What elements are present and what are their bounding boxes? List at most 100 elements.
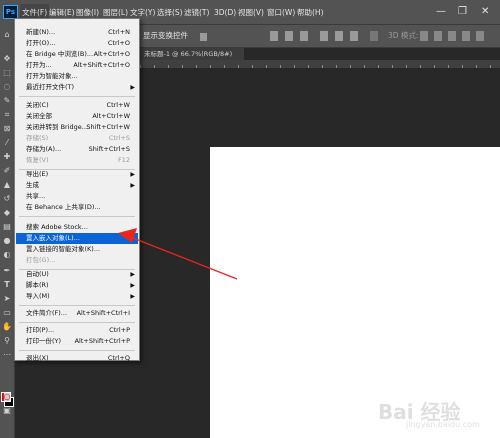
align-left-icon[interactable] bbox=[200, 33, 207, 41]
menu-item-shortcut: Ctrl+W bbox=[106, 101, 130, 109]
menu-window[interactable]: 窗口(W) bbox=[265, 4, 297, 21]
align-left-edge-icon[interactable] bbox=[320, 31, 328, 41]
move-icon[interactable]: ✥ bbox=[2, 54, 12, 64]
3d-scale-icon[interactable] bbox=[476, 31, 484, 41]
file-menu-item[interactable]: 存储为(A)... Shift+Ctrl+S bbox=[16, 144, 138, 155]
menu-item-label: 存储为(A)... bbox=[26, 145, 62, 153]
file-menu-item[interactable]: 在 Bridge 中浏览(B)... Alt+Ctrl+O bbox=[16, 49, 138, 60]
menu-separator bbox=[19, 216, 135, 217]
align-right-icon[interactable] bbox=[350, 31, 358, 41]
file-menu-item[interactable]: 置入链接的智能对象(K)... bbox=[16, 244, 138, 255]
menu-item-label: 打印(P)... bbox=[26, 326, 55, 334]
menu-item-label: 置入嵌入对象(L)... bbox=[26, 234, 80, 242]
baidu-watermark-url: jingyan.baidu.com bbox=[406, 420, 480, 429]
file-menu-item[interactable]: 脚本(R) ▶ bbox=[16, 280, 138, 291]
file-menu-item[interactable]: 关闭并转到 Bridge... Shift+Ctrl+W bbox=[16, 122, 138, 133]
frame-icon[interactable]: ⊠ bbox=[2, 124, 12, 134]
marquee-icon[interactable]: ⬚ bbox=[2, 68, 12, 78]
home-icon[interactable]: ⌂ bbox=[2, 30, 12, 40]
menu-3d[interactable]: 3D(D) bbox=[212, 4, 238, 21]
3d-slide-icon[interactable] bbox=[462, 31, 470, 41]
file-menu-item[interactable]: 退出(X) Ctrl+Q bbox=[16, 353, 138, 364]
menu-item-label: 在 Behance 上共享(D)... bbox=[26, 203, 101, 211]
3d-roll-icon[interactable] bbox=[434, 31, 442, 41]
menu-item-label: 新建(N)... bbox=[26, 28, 56, 36]
menu-select[interactable]: 选择(S) bbox=[155, 4, 185, 21]
file-menu-item: 存储(S) Ctrl+S bbox=[16, 133, 138, 144]
menu-item-shortcut: Shift+Ctrl+W bbox=[86, 123, 130, 131]
file-menu-item[interactable]: 共享... bbox=[16, 191, 138, 202]
shape-icon[interactable]: ▭ bbox=[2, 308, 12, 318]
menu-item-label: 自动(U) bbox=[26, 270, 49, 278]
stamp-icon[interactable]: ▲ bbox=[2, 180, 12, 190]
hand-icon[interactable]: ✋ bbox=[2, 322, 12, 332]
maximize-button[interactable]: ❐ bbox=[458, 4, 467, 20]
eyedropper-icon[interactable]: ⁄ bbox=[2, 138, 12, 148]
submenu-arrow-icon: ▶ bbox=[130, 282, 135, 289]
file-menu-item[interactable]: 在 Behance 上共享(D)... bbox=[16, 202, 138, 213]
brush-icon[interactable]: ✐ bbox=[2, 166, 12, 176]
healing-icon[interactable]: ✚ bbox=[2, 152, 12, 162]
submenu-arrow-icon: ▶ bbox=[130, 182, 135, 189]
document-tab[interactable]: 未标题-1 @ 66.7%(RGB/8#) bbox=[140, 48, 244, 60]
document-canvas[interactable] bbox=[210, 147, 500, 438]
file-menu-item[interactable]: 打开为智能对象... bbox=[16, 71, 138, 82]
file-menu-item[interactable]: 最近打开文件(T) ▶ bbox=[16, 82, 138, 93]
file-menu-item[interactable]: 打开(O)... Ctrl+O bbox=[16, 38, 138, 49]
align-top-icon[interactable] bbox=[270, 31, 278, 41]
dodge-icon[interactable]: ◐ bbox=[2, 250, 12, 260]
show-transform-controls-label[interactable]: 显示变换控件 bbox=[143, 28, 188, 44]
file-menu-item[interactable]: 搜索 Adobe Stock... bbox=[16, 222, 138, 233]
align-center-icon[interactable] bbox=[335, 31, 343, 41]
screen-mode-icon[interactable]: ▣ bbox=[2, 406, 12, 416]
menu-help[interactable]: 帮助(H) bbox=[295, 4, 326, 21]
close-button[interactable]: ✕ bbox=[481, 4, 489, 20]
history-brush-icon[interactable]: ↺ bbox=[2, 194, 12, 204]
file-menu-item[interactable]: 导入(M) ▶ bbox=[16, 291, 138, 302]
file-menu-item[interactable]: 打开为... Alt+Shift+Ctrl+O bbox=[16, 60, 138, 71]
more-icon[interactable]: ⋯ bbox=[2, 350, 12, 360]
file-menu-item[interactable]: 新建(N)... Ctrl+N bbox=[16, 27, 138, 38]
submenu-arrow-icon: ▶ bbox=[130, 84, 135, 91]
menu-item-label: 脚本(R) bbox=[26, 281, 49, 289]
menu-item-label: 共享... bbox=[26, 192, 46, 200]
file-menu-item[interactable]: 关闭全部 Alt+Ctrl+W bbox=[16, 111, 138, 122]
file-menu-item[interactable]: 生成 ▶ bbox=[16, 180, 138, 191]
lasso-icon[interactable]: ◌ bbox=[2, 82, 12, 92]
menu-item-label: 导入(M) bbox=[26, 292, 50, 300]
quick-select-icon[interactable]: ✎ bbox=[2, 96, 12, 106]
gradient-icon[interactable]: ▤ bbox=[2, 222, 12, 232]
menu-item-label: 退出(X) bbox=[26, 354, 49, 362]
menu-filter[interactable]: 滤镜(T) bbox=[182, 4, 211, 21]
file-menu-item[interactable]: 置入嵌入对象(L)... bbox=[16, 233, 138, 244]
type-icon[interactable]: T bbox=[2, 280, 12, 290]
menu-view[interactable]: 视图(V) bbox=[236, 4, 266, 21]
distribute-icon[interactable] bbox=[370, 31, 378, 41]
blur-icon[interactable]: ● bbox=[2, 236, 12, 246]
zoom-icon[interactable]: ⚲ bbox=[2, 336, 12, 346]
path-select-icon[interactable]: ➤ bbox=[2, 294, 12, 304]
3d-pan-icon[interactable] bbox=[448, 31, 456, 41]
file-menu-item[interactable]: 打印一份(Y) Alt+Shift+Ctrl+P bbox=[16, 336, 138, 347]
align-middle-icon[interactable] bbox=[285, 31, 293, 41]
file-menu-item: 打包(G)... bbox=[16, 255, 138, 266]
3d-orbit-icon[interactable] bbox=[420, 31, 428, 41]
pen-icon[interactable]: ✒ bbox=[2, 266, 12, 276]
menu-item-label: 关闭(C) bbox=[26, 101, 49, 109]
file-menu-item[interactable]: 导出(E) ▶ bbox=[16, 169, 138, 180]
menu-item-label: 置入链接的智能对象(K)... bbox=[26, 245, 101, 253]
crop-icon[interactable]: ⌗ bbox=[2, 110, 12, 120]
file-menu-item[interactable]: 自动(U) ▶ bbox=[16, 269, 138, 280]
quick-mask-icon[interactable]: ◙ bbox=[2, 392, 12, 402]
file-menu-item[interactable]: 文件简介(F)... Alt+Shift+Ctrl+I bbox=[16, 308, 138, 319]
menu-item-shortcut: Ctrl+Q bbox=[107, 354, 130, 362]
menu-item-shortcut: Shift+Ctrl+S bbox=[88, 145, 130, 153]
eraser-icon[interactable]: ◆ bbox=[2, 208, 12, 218]
minimize-button[interactable]: — bbox=[436, 4, 446, 20]
file-menu-item[interactable]: 打印(P)... Ctrl+P bbox=[16, 325, 138, 336]
file-menu-item[interactable]: 关闭(C) Ctrl+W bbox=[16, 100, 138, 111]
menu-item-label: 文件简介(F)... bbox=[26, 309, 68, 317]
menu-item-label: 关闭全部 bbox=[26, 112, 52, 120]
menu-item-label: 打开为智能对象... bbox=[26, 72, 78, 80]
align-bottom-icon[interactable] bbox=[300, 31, 308, 41]
